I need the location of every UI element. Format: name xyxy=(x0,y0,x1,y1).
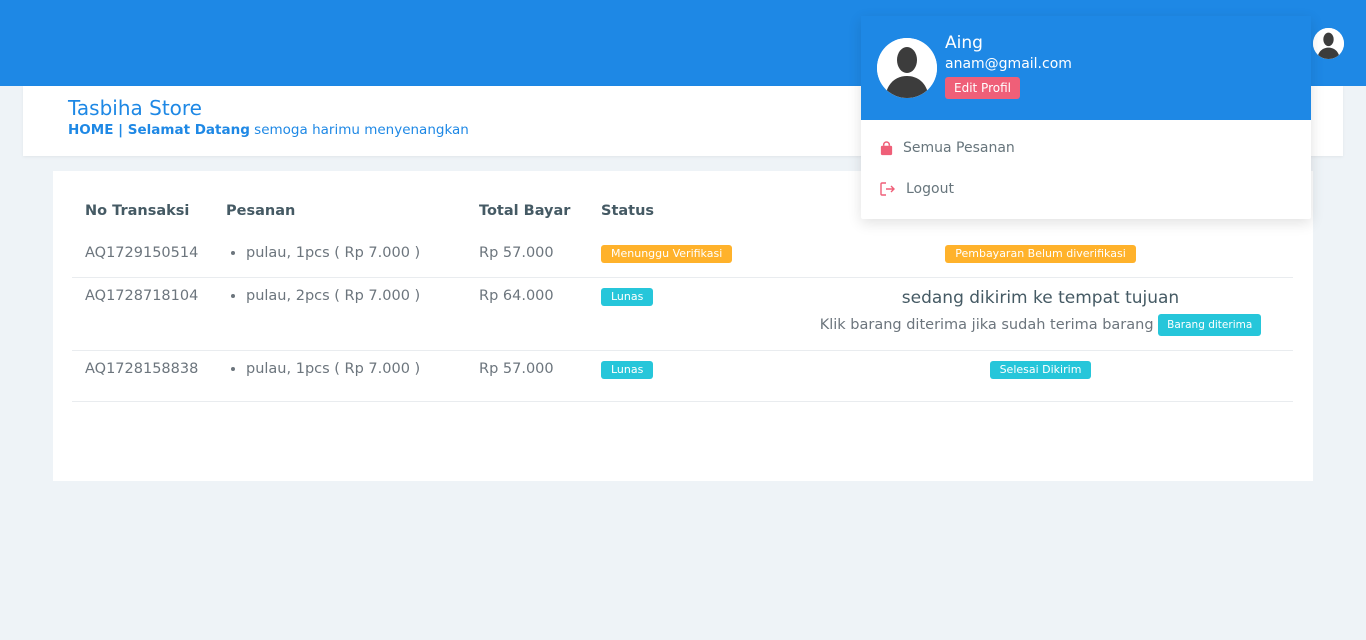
menu-item-label: Semua Pesanan xyxy=(903,140,1015,156)
status-badge: Lunas xyxy=(601,361,654,379)
order-items: pulau, 1pcs ( Rp 7.000 ) xyxy=(213,235,466,278)
note-cell: Pembayaran Belum diverifikasi xyxy=(788,235,1293,278)
order-items: pulau, 1pcs ( Rp 7.000 ) xyxy=(213,350,466,402)
transaction-id: AQ1728718104 xyxy=(72,277,213,351)
menu-item-logout[interactable]: Logout xyxy=(879,181,954,197)
note-badge: Pembayaran Belum diverifikasi xyxy=(945,245,1136,263)
note-badge: Selesai Dikirim xyxy=(989,361,1092,379)
user-silhouette-icon xyxy=(1313,28,1344,59)
user-silhouette-icon xyxy=(877,38,937,98)
user-dropdown-header: Aing anam@gmail.com Edit Profil xyxy=(861,16,1311,120)
order-item: pulau, 1pcs ( Rp 7.000 ) xyxy=(246,245,453,261)
user-email: anam@gmail.com xyxy=(945,56,1072,72)
total-paid: Rp 57.000 xyxy=(466,350,588,402)
breadcrumb-tagline: semoga harimu menyenangkan xyxy=(249,122,469,138)
status-cell: Menunggu Verifikasi xyxy=(588,235,788,278)
order-item: pulau, 1pcs ( Rp 7.000 ) xyxy=(246,361,453,377)
breadcrumb: HOME | Selamat Datang semoga harimu meny… xyxy=(68,122,469,138)
shipping-status-title: sedang dikirim ke tempat tujuan xyxy=(901,288,1180,308)
logout-icon xyxy=(880,182,895,196)
user-dropdown-menu: Aing anam@gmail.com Edit Profil Semua Pe… xyxy=(861,16,1311,219)
breadcrumb-separator: | xyxy=(113,122,128,138)
transaction-id: AQ1729150514 xyxy=(72,235,213,278)
status-cell: Lunas xyxy=(588,277,788,351)
shopping-bag-icon xyxy=(880,140,893,155)
shipping-instruction: Klik barang diterima jika sudah terima b… xyxy=(801,314,1280,336)
profile-avatar xyxy=(877,38,937,98)
col-header-total: Total Bayar xyxy=(479,203,571,219)
order-item: pulau, 2pcs ( Rp 7.000 ) xyxy=(246,288,453,304)
menu-item-all-orders[interactable]: Semua Pesanan xyxy=(879,140,1015,156)
breadcrumb-home-link[interactable]: HOME xyxy=(68,122,113,138)
total-paid: Rp 57.000 xyxy=(466,235,588,278)
table-row: AQ1729150514 pulau, 1pcs ( Rp 7.000 ) Rp… xyxy=(72,235,1293,278)
status-badge: Lunas xyxy=(601,288,654,306)
col-header-no: No Transaksi xyxy=(85,203,190,219)
col-header-status: Status xyxy=(601,203,655,219)
note-cell: Selesai Dikirim xyxy=(788,350,1293,402)
shipping-instruction-text: Klik barang diterima jika sudah terima b… xyxy=(819,317,1159,333)
total-paid: Rp 64.000 xyxy=(466,277,588,351)
user-avatar-button[interactable] xyxy=(1313,28,1344,59)
status-cell: Lunas xyxy=(588,350,788,402)
table-row: AQ1728158838 pulau, 1pcs ( Rp 7.000 ) Rp… xyxy=(72,350,1293,402)
orders-table: No Transaksi Pesanan Total Bayar Status … xyxy=(72,193,1293,402)
goods-received-button[interactable]: Barang diterima xyxy=(1158,314,1262,336)
breadcrumb-welcome: Selamat Datang xyxy=(127,122,250,138)
transaction-id: AQ1728158838 xyxy=(72,350,213,402)
user-name: Aing xyxy=(945,33,983,53)
store-title: Tasbiha Store xyxy=(68,96,202,120)
edit-profile-button[interactable]: Edit Profil xyxy=(945,77,1020,99)
order-items: pulau, 2pcs ( Rp 7.000 ) xyxy=(213,277,466,351)
menu-item-label: Logout xyxy=(906,181,954,197)
note-cell: sedang dikirim ke tempat tujuan Klik bar… xyxy=(788,277,1293,351)
table-row: AQ1728718104 pulau, 2pcs ( Rp 7.000 ) Rp… xyxy=(72,277,1293,351)
col-header-pesanan: Pesanan xyxy=(226,203,296,219)
status-badge: Menunggu Verifikasi xyxy=(601,245,733,263)
